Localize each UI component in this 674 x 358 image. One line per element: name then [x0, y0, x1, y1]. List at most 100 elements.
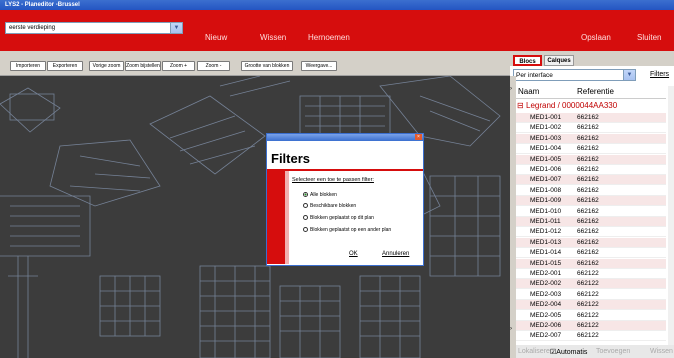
row-name: MED1-010	[530, 207, 562, 215]
row-reference: 662122	[577, 332, 599, 340]
dialog-title: Filters	[271, 151, 311, 166]
row-name: MED2-002	[530, 280, 562, 288]
row-reference: 662162	[577, 155, 599, 163]
radio-blocks-this-plan[interactable]: Blokken geplaatst op dit plan	[303, 215, 374, 221]
cancel-button[interactable]: Annuleren	[382, 251, 409, 257]
table-row[interactable]: MED2-002 662122	[516, 279, 666, 290]
collapse-group-icon[interactable]: ⊟	[517, 101, 524, 110]
add-button[interactable]: Toevoegen	[596, 348, 630, 355]
row-reference: 662162	[577, 124, 599, 132]
zoom-out-button[interactable]: Zoom -	[197, 61, 230, 71]
rename-button[interactable]: Hernoemen	[308, 33, 350, 42]
chevron-down-icon[interactable]: ▼	[170, 23, 182, 33]
row-reference: 662162	[577, 114, 599, 121]
table-row[interactable]: MED1-011 662162	[516, 217, 666, 227]
view-button[interactable]: Weergave...	[301, 61, 337, 71]
radio-blocks-other-plan[interactable]: Blokken geplaatst op een ander plan	[303, 227, 391, 233]
table-row[interactable]: MED2-006 662122	[516, 321, 666, 331]
table-row[interactable]: MED1-004 662162	[516, 144, 666, 155]
radio-available-blocks[interactable]: Beschikbare blokken	[303, 203, 356, 209]
save-button[interactable]: Opslaan	[581, 33, 611, 42]
row-name: MED1-007	[530, 176, 562, 184]
vertical-scrollbar[interactable]	[668, 86, 674, 345]
row-name: MED1-013	[530, 238, 562, 246]
radio-icon	[303, 227, 308, 233]
row-name: MED1-005	[530, 155, 562, 163]
table-row[interactable]: MED1-003 662162	[516, 133, 666, 144]
table-row[interactable]: MED1-008 662162	[516, 186, 666, 196]
dialog-divider	[267, 169, 423, 171]
filter-select[interactable]: Per interface ▼	[513, 69, 636, 81]
floor-select[interactable]: eerste verdieping ▼	[5, 22, 183, 34]
export-button[interactable]: Exporteren	[47, 61, 83, 71]
zoom-in-button[interactable]: Zoom +	[162, 61, 195, 71]
dialog-titlebar	[267, 134, 423, 141]
chevron-right-icon[interactable]: ›	[510, 86, 512, 92]
row-name: MED1-011	[530, 218, 561, 225]
auto-checkbox-label: Automatis	[556, 349, 588, 356]
column-header-reference[interactable]: Referentie	[577, 87, 614, 96]
radio-all-blocks[interactable]: Alle blokken	[303, 192, 337, 198]
table-row[interactable]: MED1-006 662162	[516, 165, 666, 175]
radio-label: Blokken geplaatst op een ander plan	[310, 227, 392, 233]
delete-button[interactable]: Wissen	[260, 33, 286, 42]
floor-select-value: eerste verdieping	[9, 25, 56, 31]
row-name: MED2-004	[530, 301, 562, 309]
row-reference: 662162	[577, 238, 599, 246]
table-row[interactable]: MED2-004 662122	[516, 300, 666, 311]
floor-plan-canvas[interactable]	[0, 76, 510, 358]
table-row[interactable]: MED1-010 662162	[516, 207, 666, 217]
row-reference: 662162	[577, 228, 599, 236]
row-name: MED1-014	[530, 249, 562, 257]
panel-bottom-bar: Lokaliseren ☑Automatis Toevoegen Wissen	[516, 345, 674, 358]
row-reference: 662162	[577, 186, 599, 194]
close-icon[interactable]: ×	[415, 134, 422, 140]
row-name: MED2-003	[530, 290, 562, 298]
table-row[interactable]: MED1-002 662162	[516, 123, 666, 134]
import-button[interactable]: Importeren	[10, 61, 46, 71]
floor-plan-drawing	[0, 76, 501, 358]
table-row[interactable]: MED1-009 662162	[516, 196, 666, 207]
new-button[interactable]: Nieuw	[205, 33, 227, 42]
chevron-right-icon[interactable]: ›	[510, 326, 512, 332]
tab-calques[interactable]: Calques	[544, 55, 574, 66]
close-button[interactable]: Sluiten	[637, 33, 661, 42]
block-size-button[interactable]: Grootte van blokken	[241, 61, 293, 71]
row-reference: 662162	[577, 259, 599, 267]
row-reference: 662122	[577, 301, 599, 309]
table-row[interactable]: MED2-005 662122	[516, 311, 666, 321]
auto-checkbox[interactable]: ☑Automatis	[550, 348, 587, 356]
radio-icon	[303, 215, 308, 221]
column-header-name[interactable]: Naam	[518, 87, 539, 96]
delete-block-button[interactable]: Wissen	[650, 348, 673, 355]
row-name: MED1-015	[530, 259, 562, 267]
previous-zoom-button[interactable]: Vorige zoom	[89, 61, 124, 71]
chevron-down-icon[interactable]: ▼	[623, 70, 635, 80]
table-row[interactable]: MED1-001 662162	[516, 113, 666, 123]
table-row[interactable]: MED1-005 662162	[516, 154, 666, 165]
table-row[interactable]: MED1-015 662162	[516, 258, 666, 269]
tab-blocs[interactable]: Blocs	[513, 55, 542, 66]
row-reference: 662162	[577, 249, 599, 257]
row-reference: 662162	[577, 207, 599, 215]
ok-button[interactable]: OK	[349, 251, 358, 257]
table-row[interactable]: MED1-014 662162	[516, 248, 666, 259]
table-row[interactable]: MED2-003 662122	[516, 290, 666, 300]
table-row[interactable]: MED1-012 662162	[516, 227, 666, 238]
row-name: MED1-003	[530, 134, 562, 142]
row-reference: 662122	[577, 270, 599, 277]
row-reference: 662122	[577, 290, 599, 298]
filters-link[interactable]: Filters	[650, 71, 669, 78]
row-name: MED1-012	[530, 228, 562, 236]
row-reference: 662122	[577, 322, 599, 329]
group-row[interactable]: ⊟ Legrand / 0000044AA330	[516, 100, 666, 111]
table-row[interactable]: MED2-007 662122	[516, 331, 666, 342]
radio-label: Alle blokken	[310, 192, 337, 198]
zoom-fit-button[interactable]: Zoom bijstellen	[125, 61, 161, 71]
window-title: LYS2 - Planeditor -Brussel	[5, 2, 80, 8]
row-reference: 662162	[577, 176, 599, 184]
locate-button[interactable]: Lokaliseren	[518, 348, 554, 355]
table-row[interactable]: MED2-001 662122	[516, 269, 666, 279]
table-row[interactable]: MED1-013 662162	[516, 237, 666, 248]
table-row[interactable]: MED1-007 662162	[516, 175, 666, 186]
